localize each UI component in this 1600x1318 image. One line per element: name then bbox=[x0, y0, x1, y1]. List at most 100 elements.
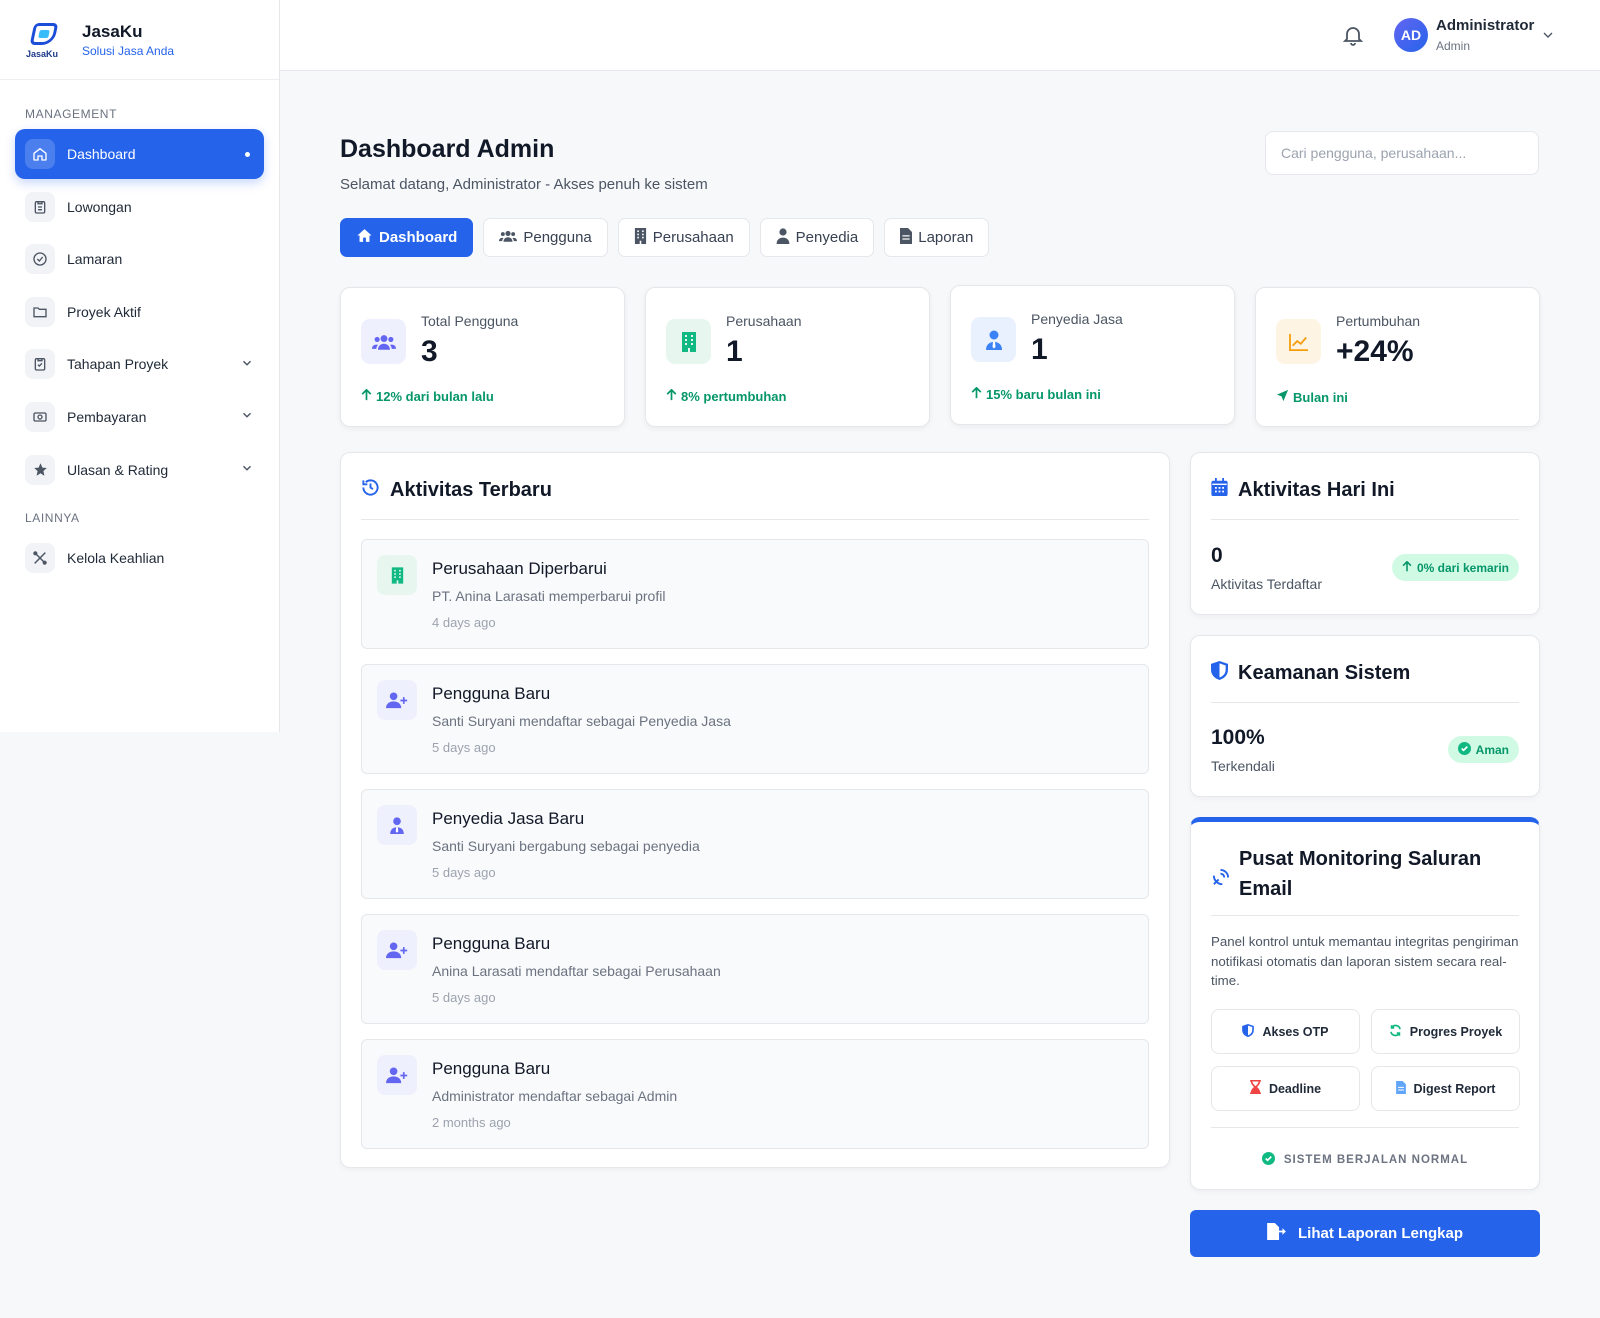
chevron-down-icon[interactable] bbox=[1540, 27, 1556, 48]
arrow-up-icon bbox=[1402, 560, 1412, 575]
search-input[interactable] bbox=[1265, 131, 1539, 175]
activity-item[interactable]: Perusahaan Diperbarui PT. Anina Larasati… bbox=[361, 539, 1149, 649]
stat-trend: Bulan ini bbox=[1276, 389, 1348, 405]
bell-icon[interactable] bbox=[1341, 23, 1365, 47]
tab-dashboard[interactable]: Dashboard bbox=[340, 218, 474, 257]
card-header: Aktivitas Hari Ini bbox=[1211, 478, 1395, 502]
tab-perusahaan[interactable]: Perusahaan bbox=[617, 218, 750, 257]
sidebar-item-label: Kelola Keahlian bbox=[67, 549, 165, 566]
stat-card-pertumbuhan: Pertumbuhan +24% Bulan ini bbox=[1255, 287, 1540, 427]
stat-value: +24% bbox=[1336, 335, 1414, 368]
clipboard-list-icon bbox=[25, 349, 55, 380]
card-header: Keamanan Sistem bbox=[1211, 661, 1410, 686]
button-label: Lihat Laporan Lengkap bbox=[1297, 1225, 1463, 1242]
sidebar-item-tahapan-proyek[interactable]: Tahapan Proyek bbox=[15, 339, 264, 389]
user-plus-icon bbox=[377, 680, 417, 720]
tab-pengguna[interactable]: Pengguna bbox=[483, 218, 608, 257]
chevron-down-icon bbox=[240, 356, 254, 373]
progres-proyek-button[interactable]: Progres Proyek bbox=[1371, 1009, 1520, 1054]
user-plus-icon bbox=[377, 930, 417, 970]
deadline-button[interactable]: Deadline bbox=[1211, 1066, 1360, 1111]
activity-desc: Anina Larasati mendaftar sebagai Perusah… bbox=[432, 963, 721, 979]
digest-report-button[interactable]: Digest Report bbox=[1371, 1066, 1520, 1111]
stat-trend-text: Bulan ini bbox=[1293, 389, 1348, 405]
button-label: Akses OTP bbox=[1262, 1024, 1329, 1039]
active-indicator bbox=[245, 151, 250, 157]
sidebar-item-label: Proyek Aktif bbox=[67, 303, 141, 320]
arrow-up-icon bbox=[361, 388, 372, 404]
activity-desc: Santi Suryani mendaftar sebagai Penyedia… bbox=[432, 713, 731, 729]
sidebar-item-lamaran[interactable]: Lamaran bbox=[15, 234, 264, 284]
activity-time: 4 days ago bbox=[432, 615, 496, 630]
security-value: 100% bbox=[1211, 726, 1265, 749]
security-card: Keamanan Sistem 100% Terkendali Aman bbox=[1190, 635, 1540, 797]
brand[interactable]: JasaKu JasaKu Solusi Jasa Anda bbox=[0, 0, 279, 80]
users-icon bbox=[361, 319, 406, 364]
chart-line-icon bbox=[1276, 319, 1321, 364]
tab-label: Pengguna bbox=[523, 229, 592, 246]
activity-time: 5 days ago bbox=[432, 990, 496, 1005]
divider bbox=[361, 519, 1149, 520]
sidebar-item-lowongan[interactable]: Lowongan bbox=[15, 182, 264, 232]
stat-value: 1 bbox=[726, 335, 743, 368]
users-icon bbox=[499, 228, 518, 248]
button-label: Deadline bbox=[1268, 1081, 1322, 1096]
stat-trend-text: 8% pertumbuhan bbox=[681, 389, 787, 404]
activity-title: Penyedia Jasa Baru bbox=[432, 809, 585, 828]
sidebar-item-kelola-keahlian[interactable]: Kelola Keahlian bbox=[15, 533, 264, 583]
activity-desc: Santi Suryani bergabung sebagai penyedia bbox=[432, 838, 700, 854]
chevron-down-icon bbox=[240, 461, 254, 478]
home-icon bbox=[25, 139, 55, 169]
divider bbox=[1211, 915, 1519, 916]
sidebar-nav: Dashboard Lowongan Lamaran Proyek Aktif bbox=[0, 129, 279, 495]
brand-name: JasaKu bbox=[82, 21, 143, 41]
activity-item[interactable]: Pengguna Baru Anina Larasati mendaftar s… bbox=[361, 914, 1149, 1024]
tools-icon bbox=[25, 542, 55, 573]
stat-trend: 15% baru bulan ini bbox=[971, 386, 1101, 402]
sidebar-item-ulasan-rating[interactable]: Ulasan & Rating bbox=[15, 445, 264, 495]
stat-trend-text: 15% baru bulan ini bbox=[986, 387, 1101, 402]
activity-title: Pengguna Baru bbox=[432, 934, 551, 953]
sync-icon bbox=[1389, 1024, 1402, 1040]
tab-label: Perusahaan bbox=[652, 229, 734, 246]
badge-text: 0% dari kemarin bbox=[1416, 560, 1509, 575]
stat-value: 3 bbox=[421, 335, 438, 368]
sidebar-item-pembayaran[interactable]: Pembayaran bbox=[15, 392, 264, 442]
sidebar-item-dashboard[interactable]: Dashboard bbox=[15, 129, 264, 179]
tab-bar: Dashboard Pengguna Perusahaan Penyedia L… bbox=[340, 218, 990, 257]
check-circle-icon bbox=[1457, 741, 1471, 758]
activity-item[interactable]: Penyedia Jasa Baru Santi Suryani bergabu… bbox=[361, 789, 1149, 899]
stat-trend: 12% dari bulan lalu bbox=[361, 388, 494, 404]
stat-card-total-pengguna: Total Pengguna 3 12% dari bulan lalu bbox=[340, 287, 625, 427]
activity-item[interactable]: Pengguna Baru Administrator mendaftar se… bbox=[361, 1039, 1149, 1149]
clipboard-icon bbox=[25, 191, 55, 222]
card-title: Aktivitas Hari Ini bbox=[1238, 478, 1395, 501]
sidebar-nav-other: Kelola Keahlian bbox=[0, 533, 279, 583]
arrow-up-icon bbox=[971, 386, 982, 402]
card-title: Pusat Monitoring Saluran Email bbox=[1239, 844, 1481, 904]
view-full-report-button[interactable]: Lihat Laporan Lengkap bbox=[1190, 1210, 1540, 1257]
activity-time: 5 days ago bbox=[432, 865, 496, 880]
divider bbox=[1211, 519, 1519, 520]
building-icon bbox=[377, 555, 417, 595]
avatar[interactable]: AD bbox=[1394, 18, 1428, 52]
user-tie-icon bbox=[776, 227, 790, 248]
divider bbox=[1211, 702, 1519, 703]
button-label: Progres Proyek bbox=[1409, 1024, 1503, 1039]
email-monitoring-card: Pusat Monitoring Saluran Email Panel kon… bbox=[1190, 817, 1540, 1190]
badge-text: Aman bbox=[1475, 742, 1509, 757]
tab-laporan[interactable]: Laporan bbox=[884, 218, 990, 257]
card-title-line: Email bbox=[1239, 878, 1293, 900]
activity-item[interactable]: Pengguna Baru Santi Suryani mendaftar se… bbox=[361, 664, 1149, 774]
sidebar-item-proyek-aktif[interactable]: Proyek Aktif bbox=[15, 287, 264, 337]
tab-penyedia[interactable]: Penyedia bbox=[759, 218, 875, 257]
file-icon bbox=[900, 227, 913, 248]
akses-otp-button[interactable]: Akses OTP bbox=[1211, 1009, 1360, 1054]
document-icon bbox=[1395, 1080, 1406, 1097]
user-name[interactable]: Administrator bbox=[1436, 17, 1534, 34]
hourglass-icon bbox=[1249, 1080, 1261, 1097]
building-icon bbox=[666, 319, 711, 364]
activity-title: Perusahaan Diperbarui bbox=[432, 559, 607, 578]
section-title-management: MANAGEMENT bbox=[25, 107, 118, 121]
section-title-other: LAINNYA bbox=[25, 510, 80, 525]
